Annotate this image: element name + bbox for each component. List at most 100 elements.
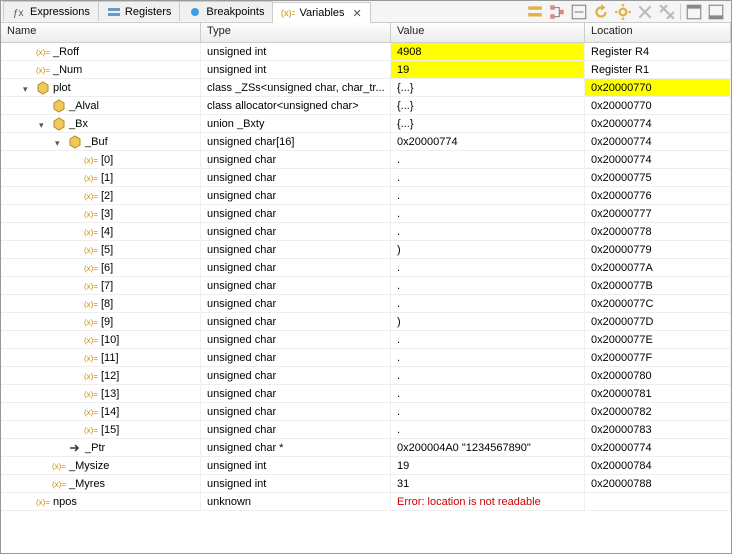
value-cell[interactable]: 19	[391, 61, 585, 78]
value-cell[interactable]: .	[391, 403, 585, 420]
table-row[interactable]: plotclass _ZSs<unsigned char, char_tr...…	[1, 79, 731, 97]
expand-icon[interactable]	[23, 83, 33, 93]
table-row[interactable]: (x)=[1]unsigned char.0x20000775	[1, 169, 731, 187]
header-location[interactable]: Location	[585, 23, 731, 42]
value-cell[interactable]: Error: location is not readable	[391, 493, 585, 510]
name-cell: (x)=[4]	[1, 223, 201, 240]
value-cell[interactable]: 31	[391, 475, 585, 492]
location-cell: 0x20000774	[585, 133, 731, 150]
value-cell[interactable]: {...}	[391, 79, 585, 96]
twisty-placeholder	[71, 191, 81, 201]
value-cell[interactable]: 0x200004A0 "1234567890"	[391, 439, 585, 456]
value-cell[interactable]: .	[391, 259, 585, 276]
value-cell[interactable]: .	[391, 223, 585, 240]
table-row[interactable]: _Alvalclass allocator<unsigned char>{...…	[1, 97, 731, 115]
value-cell[interactable]: .	[391, 349, 585, 366]
toolbar-tree-icon[interactable]	[548, 3, 566, 21]
close-icon[interactable]: ✕	[353, 7, 362, 20]
variables-icon: (x)=	[281, 6, 295, 20]
table-row[interactable]: (x)=_Myresunsigned int310x20000788	[1, 475, 731, 493]
type-cell: unsigned int	[201, 43, 391, 60]
toolbar-remove-icon[interactable]	[636, 3, 654, 21]
expand-icon[interactable]	[55, 137, 65, 147]
toolbar-refresh-icon[interactable]	[592, 3, 610, 21]
value-cell[interactable]: )	[391, 241, 585, 258]
variable-icon: (x)=	[36, 63, 50, 77]
table-row[interactable]: (x)=[13]unsigned char.0x20000781	[1, 385, 731, 403]
variable-name: [7]	[101, 280, 113, 292]
value-cell[interactable]: .	[391, 277, 585, 294]
table-row[interactable]: (x)=nposunknownError: location is not re…	[1, 493, 731, 511]
location-cell: 0x20000779	[585, 241, 731, 258]
svg-text:(x)=: (x)=	[84, 192, 98, 201]
variable-name: [6]	[101, 262, 113, 274]
value-cell[interactable]: {...}	[391, 115, 585, 132]
table-row[interactable]: (x)=[12]unsigned char.0x20000780	[1, 367, 731, 385]
tab-expressions[interactable]: ƒxExpressions	[3, 1, 99, 21]
value-cell[interactable]: .	[391, 187, 585, 204]
header-name[interactable]: Name	[1, 23, 201, 42]
expand-icon[interactable]	[39, 119, 49, 129]
location-cell: 0x20000774	[585, 115, 731, 132]
table-row[interactable]: (x)=[3]unsigned char.0x20000777	[1, 205, 731, 223]
location-cell: 0x20000780	[585, 367, 731, 384]
variables-grid[interactable]: (x)=_Roffunsigned int4908Register R4(x)=…	[1, 43, 731, 553]
name-cell: (x)=[15]	[1, 421, 201, 438]
variable-name: _Myres	[69, 478, 105, 490]
tab-label: Expressions	[30, 6, 90, 18]
variable-icon: (x)=	[84, 243, 98, 257]
struct-icon	[52, 99, 66, 113]
table-row[interactable]: (x)=[10]unsigned char.0x2000077E	[1, 331, 731, 349]
table-row[interactable]: _Ptrunsigned char *0x200004A0 "123456789…	[1, 439, 731, 457]
name-cell: (x)=_Num	[1, 61, 201, 78]
value-cell[interactable]: .	[391, 205, 585, 222]
table-row[interactable]: (x)=[0]unsigned char.0x20000774	[1, 151, 731, 169]
table-row[interactable]: (x)=[5]unsigned char)0x20000779	[1, 241, 731, 259]
variable-icon: (x)=	[84, 153, 98, 167]
value-cell[interactable]: 4908	[391, 43, 585, 60]
value-cell[interactable]: 0x20000774	[391, 133, 585, 150]
value-cell[interactable]: .	[391, 169, 585, 186]
header-value[interactable]: Value	[391, 23, 585, 42]
table-row[interactable]: (x)=_Roffunsigned int4908Register R4	[1, 43, 731, 61]
table-row[interactable]: (x)=[2]unsigned char.0x20000776	[1, 187, 731, 205]
header-type[interactable]: Type	[201, 23, 391, 42]
tab-breakpoints[interactable]: Breakpoints	[179, 1, 273, 21]
table-row[interactable]: (x)=[11]unsigned char.0x2000077F	[1, 349, 731, 367]
table-row[interactable]: (x)=[8]unsigned char.0x2000077C	[1, 295, 731, 313]
table-row[interactable]: (x)=[4]unsigned char.0x20000778	[1, 223, 731, 241]
table-row[interactable]: (x)=_Numunsigned int19Register R1	[1, 61, 731, 79]
table-row[interactable]: (x)=[15]unsigned char.0x20000783	[1, 421, 731, 439]
column-headers: Name Type Value Location	[1, 23, 731, 43]
table-row[interactable]: (x)=[14]unsigned char.0x20000782	[1, 403, 731, 421]
value-cell[interactable]: )	[391, 313, 585, 330]
variable-icon: (x)=	[36, 495, 50, 509]
toolbar-minimize-icon[interactable]	[685, 3, 703, 21]
table-row[interactable]: (x)=[7]unsigned char.0x2000077B	[1, 277, 731, 295]
svg-text:(x)=: (x)=	[36, 498, 50, 507]
value-cell[interactable]: .	[391, 421, 585, 438]
value-cell[interactable]: .	[391, 385, 585, 402]
table-row[interactable]: (x)=_Mysizeunsigned int190x20000784	[1, 457, 731, 475]
location-cell: 0x20000781	[585, 385, 731, 402]
value-cell[interactable]: .	[391, 151, 585, 168]
value-cell[interactable]: .	[391, 295, 585, 312]
toolbar-maximize-icon[interactable]	[707, 3, 725, 21]
name-cell: (x)=[6]	[1, 259, 201, 276]
table-row[interactable]: _Bufunsigned char[16]0x200007740x2000077…	[1, 133, 731, 151]
toolbar-settings-icon[interactable]	[614, 3, 632, 21]
value-cell[interactable]: .	[391, 331, 585, 348]
value-cell[interactable]: .	[391, 367, 585, 384]
table-row[interactable]: (x)=[9]unsigned char)0x2000077D	[1, 313, 731, 331]
toolbar-show-type-icon[interactable]	[526, 3, 544, 21]
toolbar-remove-all-icon[interactable]	[658, 3, 676, 21]
value-cell[interactable]: {...}	[391, 97, 585, 114]
table-row[interactable]: (x)=[6]unsigned char.0x2000077A	[1, 259, 731, 277]
svg-text:(x)=: (x)=	[84, 426, 98, 435]
value-cell[interactable]: 19	[391, 457, 585, 474]
table-row[interactable]: _Bxunion _Bxty{...}0x20000774	[1, 115, 731, 133]
toolbar-collapse-icon[interactable]	[570, 3, 588, 21]
twisty-placeholder	[71, 389, 81, 399]
tab-variables[interactable]: (x)=Variables✕	[272, 2, 370, 23]
tab-registers[interactable]: Registers	[98, 1, 180, 21]
